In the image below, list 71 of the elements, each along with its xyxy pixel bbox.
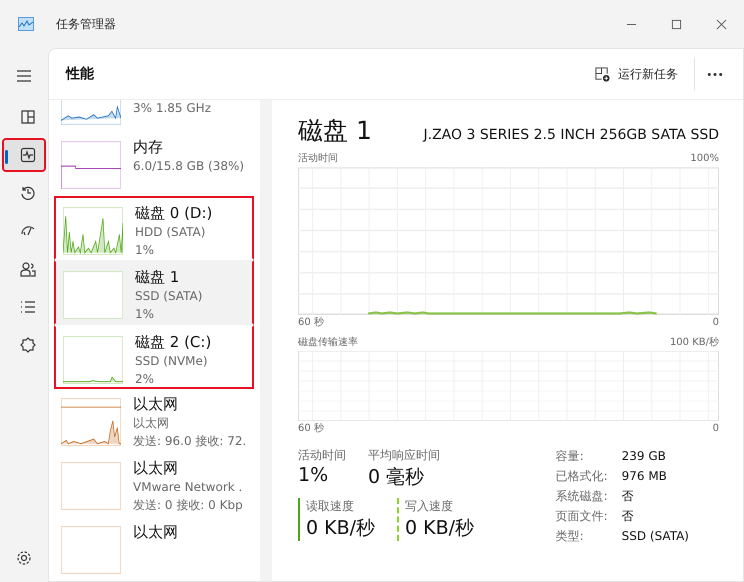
- nav-item[interactable]: [2, 138, 46, 172]
- chart-max: 100 KB/秒: [670, 336, 719, 350]
- run-new-task-button[interactable]: 运行新任务: [587, 62, 686, 86]
- device-name: 磁盘 0 (D:): [135, 203, 212, 223]
- stat-value: 0 KB/秒: [306, 516, 376, 541]
- stat-value: 0 毫秒: [368, 465, 426, 490]
- chart-max: 100%: [690, 152, 719, 166]
- device-name: 以太网: [133, 458, 179, 478]
- stat-label: 平均响应时间: [368, 447, 440, 464]
- maximize-button[interactable]: [671, 18, 682, 30]
- device-item[interactable]: 以太网 VMware Network . 发送: 0 接收: 0 Kbp: [54, 453, 254, 518]
- device-name: 以太网: [133, 522, 178, 542]
- chart-label: 磁盘传输速率: [298, 336, 358, 350]
- property-label: 已格式化:: [556, 468, 609, 485]
- stat-value: 0 KB/秒: [405, 516, 474, 541]
- chart-time: 60 秒: [298, 422, 324, 436]
- chart-min: 0: [712, 316, 719, 330]
- device-item[interactable]: 以太网 以太网 发送: 96.0 接收: 72.: [54, 389, 254, 454]
- device-name: 磁盘 2 (C:): [135, 332, 212, 352]
- device-info: SSD (NVMe): [135, 352, 209, 370]
- device-info: 发送: 96.0 接收: 72.: [133, 433, 246, 450]
- device-name: 磁盘 1: [135, 267, 180, 288]
- app-icon: [18, 17, 34, 31]
- stat-label: 写入速度: [405, 498, 454, 515]
- device-name: 内存: [133, 137, 164, 157]
- device-info: 3% 1.85 GHz: [133, 100, 212, 117]
- stat-label: 读取速度: [306, 498, 355, 515]
- device-info: VMware Network .: [133, 479, 243, 496]
- property-label: 类型:: [556, 528, 585, 545]
- menu-icon[interactable]: [16, 68, 32, 84]
- property-value: 976 MB: [622, 468, 668, 485]
- property-value: SSD (SATA): [622, 528, 689, 545]
- device-info: 以太网: [133, 415, 170, 432]
- device-item[interactable]: 内存 6.0/15.8 GB (38%): [54, 132, 254, 196]
- chart-label: 活动时间: [298, 152, 338, 166]
- page-title: 性能: [66, 65, 94, 83]
- device-name: 以太网: [133, 394, 179, 414]
- disk-model: J.ZAO 3 SERIES 2.5 INCH 256GB SATA SSD: [424, 127, 719, 143]
- device-info: SSD (SATA): [135, 288, 202, 306]
- device-info: 1%: [135, 242, 156, 258]
- device-item[interactable]: 以太网: [54, 517, 254, 581]
- stat-label: 活动时间: [298, 447, 346, 464]
- disk-title: 磁盘 1: [298, 115, 372, 147]
- device-info: 2%: [135, 370, 156, 388]
- property-label: 容量:: [556, 448, 585, 465]
- device-info: HDD (SATA): [135, 224, 206, 241]
- more-icon: [707, 72, 723, 76]
- chart-min: 0: [712, 422, 719, 436]
- close-button[interactable]: [716, 18, 727, 30]
- users-icon: [20, 261, 36, 277]
- device-info: 发送: 0 接收: 0 Kbp: [133, 497, 243, 514]
- device-item[interactable]: 磁盘 0 (D:) HDD (SATA) 1%: [54, 196, 254, 260]
- device-item[interactable]: 磁盘 1 SSD (SATA) 1%: [54, 260, 254, 325]
- property-label: 系统磁盘:: [556, 488, 609, 505]
- settings-icon[interactable]: [16, 550, 32, 566]
- property-value: 否: [622, 488, 635, 505]
- window-title: 任务管理器: [56, 16, 116, 32]
- stat-value: 1%: [298, 464, 330, 486]
- chart-time: 60 秒: [298, 316, 324, 330]
- history-icon: [20, 185, 36, 201]
- device-info: 1%: [135, 306, 156, 323]
- device-item[interactable]: 3% 1.85 GHz: [54, 100, 254, 132]
- device-item[interactable]: 磁盘 2 (C:) SSD (NVMe) 2%: [54, 324, 254, 390]
- device-info: 6.0/15.8 GB (38%): [133, 158, 244, 175]
- grid-icon: [20, 109, 36, 125]
- new-task-icon: [595, 66, 610, 82]
- performance-icon: [20, 147, 36, 163]
- property-value: 239 GB: [622, 448, 667, 465]
- property-label: 页面文件:: [556, 508, 609, 525]
- property-value: 否: [622, 508, 635, 525]
- list-icon: [20, 299, 36, 315]
